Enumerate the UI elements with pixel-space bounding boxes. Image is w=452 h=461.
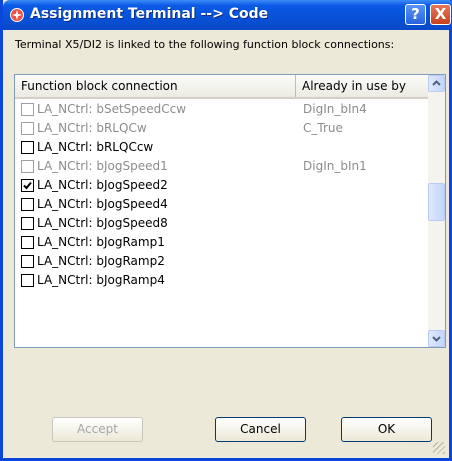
vertical-scrollbar[interactable] xyxy=(428,75,445,347)
column-header-connection[interactable]: Function block connection xyxy=(15,75,296,97)
checkbox[interactable] xyxy=(21,274,34,287)
list-item[interactable]: LA_NCtrl: bJogSpeed8 xyxy=(15,214,428,233)
list-header: Function block connection Already in use… xyxy=(15,75,428,99)
list-item[interactable]: LA_NCtrl: bJogSpeed2 xyxy=(15,176,428,195)
connection-name: LA_NCtrl: bSetSpeedCcw xyxy=(37,102,187,116)
window-title: Assignment Terminal --> Code xyxy=(30,6,269,22)
in-use-by: C_True xyxy=(303,121,343,135)
connection-name: LA_NCtrl: bJogSpeed4 xyxy=(37,197,168,211)
title-bar[interactable]: Assignment Terminal --> Code ? X xyxy=(3,0,452,30)
connection-name: LA_NCtrl: bRLQCcw xyxy=(37,140,154,154)
connection-name: LA_NCtrl: bRLQCw xyxy=(37,121,147,135)
chevron-up-icon xyxy=(432,80,441,86)
checkbox[interactable] xyxy=(21,198,34,211)
app-icon xyxy=(10,8,24,22)
connection-name: LA_NCtrl: bJogRamp2 xyxy=(37,254,165,268)
list-item[interactable]: LA_NCtrl: bRLQCcw xyxy=(15,138,428,157)
dialog-window: Assignment Terminal --> Code ? X Termina… xyxy=(0,0,452,461)
help-button[interactable]: ? xyxy=(405,4,426,25)
connection-name: LA_NCtrl: bJogSpeed2 xyxy=(37,178,168,192)
chevron-down-icon xyxy=(432,336,441,342)
checkmark-icon xyxy=(23,181,32,190)
cancel-button[interactable]: Cancel xyxy=(215,417,306,442)
checkbox[interactable] xyxy=(21,141,34,154)
ok-button[interactable]: OK xyxy=(341,417,432,442)
checkbox xyxy=(21,160,34,173)
column-header-in-use[interactable]: Already in use by xyxy=(296,75,428,97)
connection-list[interactable]: Function block connection Already in use… xyxy=(14,74,446,348)
list-item: LA_NCtrl: bJogSpeed1 DigIn_bIn1 xyxy=(15,157,428,176)
checkbox[interactable] xyxy=(21,255,34,268)
checkbox xyxy=(21,103,34,116)
checkbox xyxy=(21,122,34,135)
scroll-up-button[interactable] xyxy=(428,75,445,92)
list-item[interactable]: LA_NCtrl: bJogSpeed4 xyxy=(15,195,428,214)
connection-name: LA_NCtrl: bJogSpeed1 xyxy=(37,159,168,173)
in-use-by: DigIn_bIn1 xyxy=(303,159,367,173)
connection-name: LA_NCtrl: bJogSpeed8 xyxy=(37,216,168,230)
checkbox[interactable] xyxy=(21,217,34,230)
accept-button[interactable]: Accept xyxy=(52,417,143,442)
close-button[interactable]: X xyxy=(430,4,451,25)
list-item: LA_NCtrl: bRLQCw C_True xyxy=(15,119,428,138)
checkbox[interactable] xyxy=(21,236,34,249)
in-use-by: DigIn_bIn4 xyxy=(303,102,367,116)
list-item[interactable]: LA_NCtrl: bJogRamp1 xyxy=(15,233,428,252)
connection-name: LA_NCtrl: bJogRamp4 xyxy=(37,273,165,287)
list-item[interactable]: LA_NCtrl: bJogRamp2 xyxy=(15,252,428,271)
connection-name: LA_NCtrl: bJogRamp1 xyxy=(37,235,165,249)
scroll-thumb[interactable] xyxy=(428,183,445,221)
list-item: LA_NCtrl: bSetSpeedCcw DigIn_bIn4 xyxy=(15,100,428,119)
resize-grip[interactable] xyxy=(433,442,445,454)
checkbox[interactable] xyxy=(21,179,34,192)
description-text: Terminal X5/DI2 is linked to the followi… xyxy=(15,38,395,51)
list-item[interactable]: LA_NCtrl: bJogRamp4 xyxy=(15,271,428,290)
scroll-down-button[interactable] xyxy=(428,330,445,347)
